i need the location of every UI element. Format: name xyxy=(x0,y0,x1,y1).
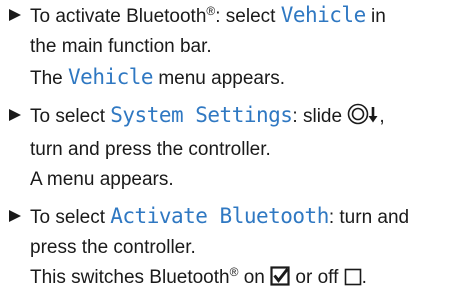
step-1-text-a: To activate Bluetooth xyxy=(30,6,207,27)
instruction-step-2: To select System Settings: slide , turn … xyxy=(6,100,458,195)
keyword-activate-bluetooth: Activate Bluetooth xyxy=(110,204,329,228)
step-2-result: A menu appears. xyxy=(30,169,174,190)
step-1-line-1: To activate Bluetooth®: select Vehicle i… xyxy=(30,0,458,32)
step-3-text-b: : turn and xyxy=(328,207,410,228)
step-1-text-b: : select xyxy=(215,6,281,27)
step-2-text-b: : slide xyxy=(292,106,348,127)
step-1-result-a: The xyxy=(30,68,69,89)
instruction-step-1: To activate Bluetooth®: select Vehicle i… xyxy=(6,0,458,94)
keyword-vehicle: Vehicle xyxy=(280,3,367,27)
step-2-text-c: , xyxy=(379,106,385,127)
step-3-text-a: To select xyxy=(30,207,111,228)
step-1-result: The Vehicle menu appears. xyxy=(30,62,458,94)
step-2-line-2: turn and press the controller. xyxy=(30,139,271,160)
step-3-result-d: . xyxy=(361,267,367,288)
bullet-arrow-icon xyxy=(9,210,21,222)
step-3-line-1: To select Activate Bluetooth: turn and xyxy=(30,201,458,233)
step-3-result: This switches Bluetooth® on or off . xyxy=(30,263,458,296)
step-2-line-1: To select System Settings: slide , xyxy=(30,100,458,135)
keyword-vehicle-result: Vehicle xyxy=(68,65,154,89)
controller-slide-down-icon xyxy=(347,103,379,135)
keyword-system-settings: System Settings xyxy=(110,103,293,127)
step-1-line-2: the main function bar. xyxy=(30,36,212,57)
checkbox-checked-icon xyxy=(270,266,290,296)
step-3-result-b: on xyxy=(238,267,271,288)
bullet-arrow-icon xyxy=(9,9,21,21)
step-1-result-b: menu appears. xyxy=(153,68,286,89)
bullet-arrow-icon xyxy=(9,109,21,121)
checkbox-empty-icon xyxy=(344,266,362,296)
step-3-line-2: press the controller. xyxy=(30,237,196,258)
registered-mark: ® xyxy=(206,4,216,18)
step-2-text-a: To select xyxy=(30,106,111,127)
step-3-result-c: or off xyxy=(290,267,344,288)
instruction-list: To activate Bluetooth®: select Vehicle i… xyxy=(6,0,458,296)
step-1-text-c: in xyxy=(365,6,386,27)
step-3-result-a: This switches Bluetooth xyxy=(30,267,230,288)
